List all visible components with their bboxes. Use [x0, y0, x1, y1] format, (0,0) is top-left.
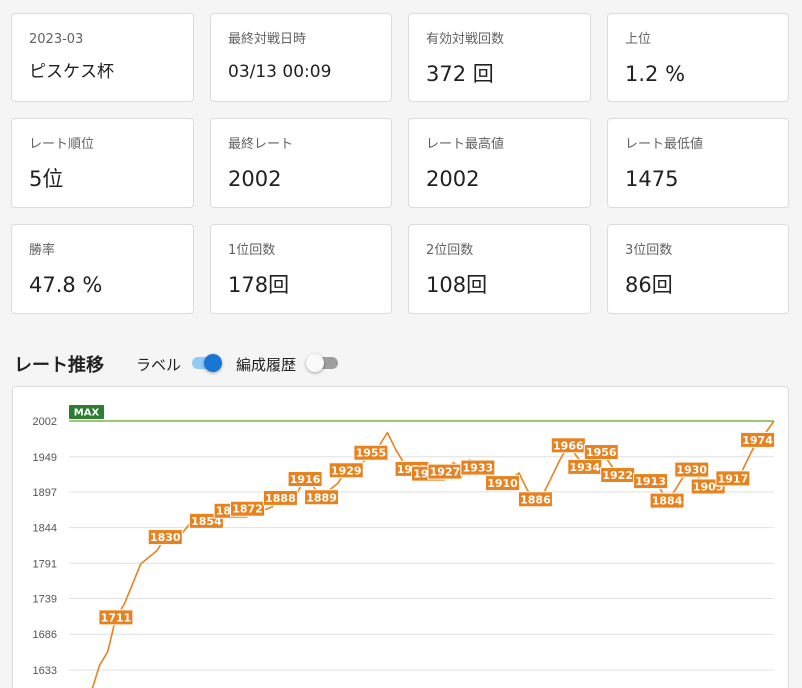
stat-label: 最終レート	[228, 137, 294, 152]
stat-label: レート順位	[29, 137, 95, 152]
data-label: 1830	[150, 531, 181, 544]
stat-label: 2023-03	[29, 32, 84, 47]
history-toggle-switch[interactable]	[306, 354, 338, 372]
stat-label: 3位回数	[625, 243, 673, 258]
data-label: 1711	[101, 611, 132, 624]
stat-card-max-rate: レート最高値 2002	[408, 118, 591, 208]
stat-value: 1475	[625, 167, 679, 191]
stat-card-last-battle: 最終対戦日時 03/13 00:09	[210, 13, 392, 102]
data-label: 1886	[520, 493, 551, 506]
label-toggle-text: ラベル	[136, 356, 182, 374]
stat-value: 1.2 %	[625, 62, 686, 86]
label-toggle-switch[interactable]	[192, 354, 222, 372]
stat-value: 108回	[426, 273, 488, 297]
y-tick-label: 1686	[33, 629, 57, 641]
stat-value: ピスケス杯	[29, 62, 114, 82]
stat-card-season: 2023-03 ピスケス杯	[11, 13, 194, 102]
data-label: 1956	[586, 446, 617, 459]
y-tick-label: 1897	[33, 487, 57, 499]
stat-card-third-count: 3位回数 86回	[607, 224, 789, 314]
switch-knob	[306, 354, 324, 372]
stat-value: 86回	[625, 273, 673, 297]
data-label: 1888	[265, 492, 296, 505]
section-title: レート推移	[14, 355, 104, 376]
data-label: 1966	[553, 439, 584, 452]
data-label: 1930	[676, 464, 707, 477]
data-label: 1929	[331, 464, 362, 477]
stat-card-rank: レート順位 5位	[11, 118, 194, 208]
stat-value: 03/13 00:09	[228, 62, 332, 82]
data-label: 1933	[463, 462, 494, 475]
stat-value: 5位	[29, 167, 64, 191]
stat-label: 勝率	[29, 243, 56, 258]
data-label: 1922	[602, 469, 633, 482]
stat-label: 有効対戦回数	[426, 32, 505, 47]
data-label: 1934	[569, 461, 600, 474]
data-label: 1916	[290, 473, 321, 486]
data-label: 1927	[430, 466, 461, 479]
stat-card-top-percent: 上位 1.2 %	[607, 13, 789, 102]
data-label: 1974	[742, 434, 773, 447]
data-label: 1884	[652, 495, 683, 508]
y-tick-label: 1633	[33, 665, 57, 677]
stat-card-final-rate: 最終レート 2002	[210, 118, 392, 208]
data-label: 1917	[718, 472, 749, 485]
stat-label: 上位	[625, 32, 652, 47]
stat-label: 1位回数	[228, 243, 276, 258]
stat-card-first-count: 1位回数 178回	[210, 224, 392, 314]
stat-value: 372 回	[426, 62, 494, 86]
stat-card-win-rate: 勝率 47.8 %	[11, 224, 194, 314]
data-label: 1913	[635, 475, 666, 488]
stat-value: 2002	[426, 167, 480, 191]
y-tick-label: 1949	[33, 452, 57, 464]
stat-label: 2位回数	[426, 243, 474, 258]
stat-card-battle-count: 有効対戦回数 372 回	[408, 13, 591, 102]
switch-knob	[204, 354, 222, 372]
y-tick-label: 1791	[33, 558, 57, 570]
stat-label: 最終対戦日時	[228, 32, 307, 47]
stat-label: レート最高値	[426, 137, 505, 152]
stat-card-second-count: 2位回数 108回	[408, 224, 591, 314]
rate-chart: 2002 1949 1897 1844 1791 1739 1686 1633 MAX 1711 1…	[12, 386, 789, 688]
y-tick-label: 2002	[33, 416, 57, 428]
rate-chart-svg: 2002 1949 1897 1844 1791 1739 1686 1633 MAX 1711 1…	[33, 405, 776, 688]
data-label: 1872	[232, 503, 263, 516]
data-label: 1889	[306, 491, 337, 504]
stat-value: 178回	[228, 273, 290, 297]
y-tick-label: 1844	[33, 523, 57, 535]
stat-label: レート最低値	[625, 137, 704, 152]
stat-value: 2002	[228, 167, 282, 191]
max-badge-label: MAX	[74, 408, 100, 419]
data-label: 1910	[487, 477, 518, 490]
data-label: 1955	[356, 447, 387, 460]
history-toggle-text: 編成履歴	[236, 356, 297, 374]
y-tick-label: 1739	[33, 593, 57, 605]
stat-value: 47.8 %	[29, 273, 103, 297]
stat-card-min-rate: レート最低値 1475	[607, 118, 789, 208]
